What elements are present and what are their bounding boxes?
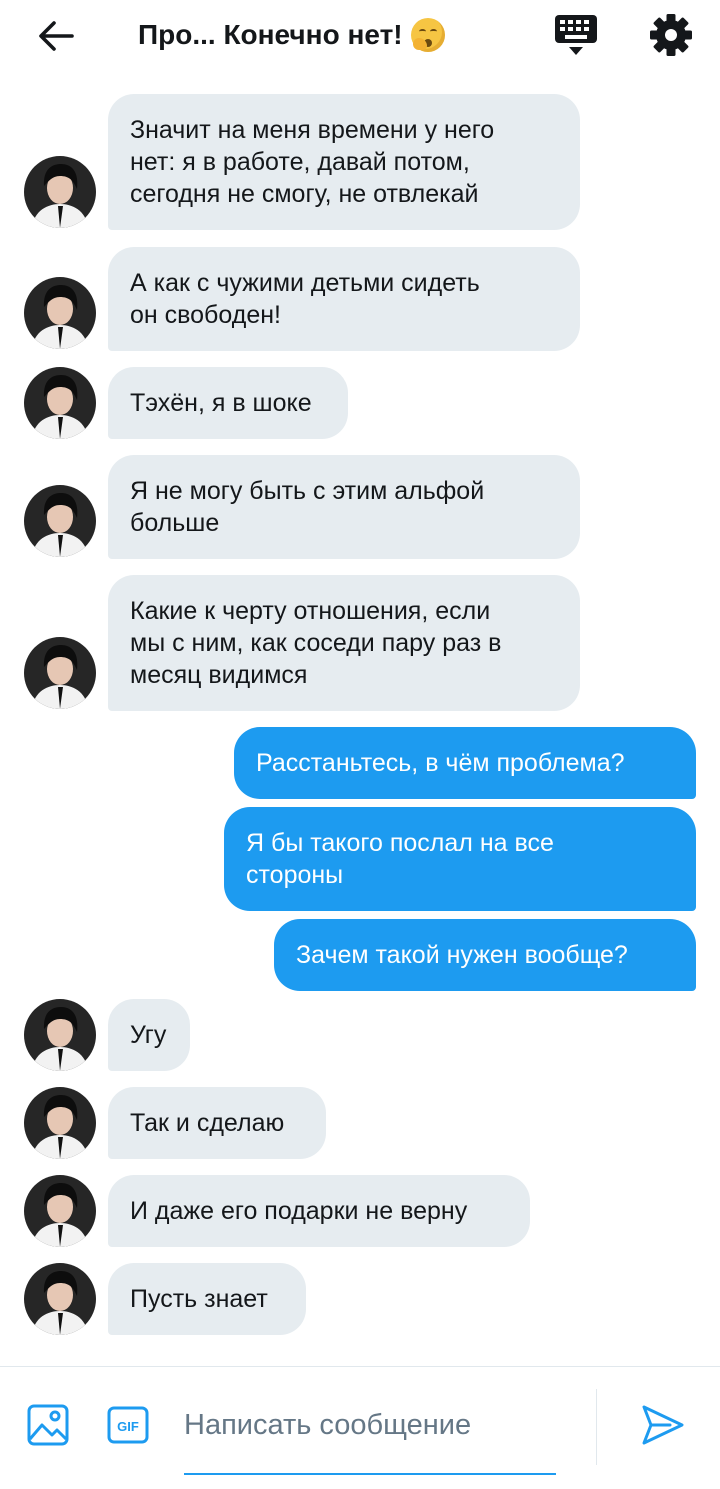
message-row-incoming: Значит на меня времени у него нет: я в р… bbox=[0, 94, 720, 230]
gif-icon: GIF bbox=[107, 1406, 149, 1444]
message-text: сегодня не смогу, не отвлекай bbox=[130, 180, 479, 208]
message-bubble[interactable]: Пусть знает bbox=[108, 1263, 306, 1335]
avatar[interactable] bbox=[24, 1175, 96, 1247]
conversation-title: Про... Конечно нет! bbox=[138, 12, 488, 58]
avatar[interactable] bbox=[24, 367, 96, 439]
message-bubble[interactable]: Какие к черту отношения, если мы с ним, … bbox=[108, 575, 580, 711]
avatar-image bbox=[24, 637, 96, 709]
image-icon bbox=[27, 1404, 69, 1446]
conversation-title-text: Про... Конечно нет! bbox=[138, 19, 403, 50]
message-row-incoming: Я не могу быть с этим альфой больше bbox=[0, 455, 720, 559]
conversation-header: Про... Конечно нет! bbox=[0, 0, 720, 70]
message-text: Я бы такого послал на все bbox=[246, 829, 554, 857]
message-text: Тэхён, я в шоке bbox=[130, 389, 312, 417]
gear-icon bbox=[650, 14, 692, 56]
message-text: Значит на меня времени у него bbox=[130, 116, 495, 144]
message-text: Так и сделаю bbox=[130, 1109, 285, 1137]
message-bubble[interactable]: Я не могу быть с этим альфой больше bbox=[108, 455, 580, 559]
message-text: нет: я в работе, давай потом, bbox=[130, 148, 470, 176]
avatar-image bbox=[24, 1087, 96, 1159]
back-arrow-icon bbox=[39, 21, 74, 51]
message-text: А как с чужими детьми сидеть bbox=[130, 269, 480, 297]
message-text: Угу bbox=[130, 1021, 167, 1049]
avatar[interactable] bbox=[24, 156, 96, 228]
message-text: Пусть знает bbox=[130, 1285, 268, 1313]
avatar[interactable] bbox=[24, 1087, 96, 1159]
gif-label: GIF bbox=[117, 1419, 139, 1434]
message-text: Расстаньтесь, в чём проблема? bbox=[256, 749, 625, 777]
settings-button[interactable] bbox=[648, 12, 694, 58]
back-button[interactable] bbox=[34, 14, 78, 58]
send-button[interactable] bbox=[640, 1403, 686, 1447]
avatar[interactable] bbox=[24, 277, 96, 349]
avatar[interactable] bbox=[24, 999, 96, 1071]
message-row-incoming: Так и сделаю bbox=[0, 1087, 720, 1159]
add-image-button[interactable] bbox=[26, 1403, 70, 1447]
message-text: Какие к черту отношения, если bbox=[130, 597, 491, 625]
message-text: больше bbox=[130, 509, 220, 537]
message-bubble[interactable]: Значит на меня времени у него нет: я в р… bbox=[108, 94, 580, 230]
message-text: он свободен! bbox=[130, 301, 281, 329]
message-text: месяц видимся bbox=[130, 661, 308, 689]
avatar-image bbox=[24, 485, 96, 557]
message-bubble[interactable]: И даже его подарки не верну bbox=[108, 1175, 530, 1247]
message-text: стороны bbox=[246, 861, 344, 889]
message-row-outgoing: Зачем такой нужен вообще? bbox=[0, 919, 720, 991]
avatar-image bbox=[24, 999, 96, 1071]
avatar-image bbox=[24, 367, 96, 439]
message-text: И даже его подарки не верну bbox=[130, 1197, 468, 1225]
message-row-incoming: Угу bbox=[0, 999, 720, 1071]
message-row-incoming: Какие к черту отношения, если мы с ним, … bbox=[0, 575, 720, 711]
avatar[interactable] bbox=[24, 1263, 96, 1335]
message-bubble[interactable]: Тэхён, я в шоке bbox=[108, 367, 348, 439]
message-row-incoming: Пусть знает bbox=[0, 1263, 720, 1335]
avatar[interactable] bbox=[24, 485, 96, 557]
keyboard-icon bbox=[555, 15, 597, 55]
message-row-incoming: И даже его подарки не верну bbox=[0, 1175, 720, 1247]
avatar-image bbox=[24, 277, 96, 349]
message-input[interactable] bbox=[184, 1403, 556, 1447]
add-gif-button[interactable]: GIF bbox=[106, 1405, 150, 1445]
message-row-incoming: А как с чужими детьми сидеть он свободен… bbox=[0, 247, 720, 351]
input-underline bbox=[184, 1473, 556, 1475]
avatar-image bbox=[24, 156, 96, 228]
keyboard-button[interactable] bbox=[552, 12, 600, 58]
message-composer: GIF bbox=[0, 1366, 720, 1489]
avatar-image bbox=[24, 1175, 96, 1247]
message-bubble[interactable]: А как с чужими детьми сидеть он свободен… bbox=[108, 247, 580, 351]
message-row-incoming: Тэхён, я в шоке bbox=[0, 367, 720, 439]
message-bubble[interactable]: Зачем такой нужен вообще? bbox=[274, 919, 696, 991]
message-text: Зачем такой нужен вообще? bbox=[296, 941, 628, 969]
message-text: мы с ним, как соседи пару раз в bbox=[130, 629, 502, 657]
message-bubble[interactable]: Расстаньтесь, в чём проблема? bbox=[234, 727, 696, 799]
composer-divider bbox=[596, 1389, 597, 1465]
send-icon bbox=[642, 1405, 684, 1445]
yawning-face-emoji-icon bbox=[410, 18, 445, 52]
message-text: Я не могу быть с этим альфой bbox=[130, 477, 485, 505]
avatar-image bbox=[24, 1263, 96, 1335]
message-row-outgoing: Расстаньтесь, в чём проблема? bbox=[0, 727, 720, 799]
message-bubble[interactable]: Я бы такого послал на все стороны bbox=[224, 807, 696, 911]
message-row-outgoing: Я бы такого послал на все стороны bbox=[0, 807, 720, 911]
message-bubble[interactable]: Так и сделаю bbox=[108, 1087, 326, 1159]
message-bubble[interactable]: Угу bbox=[108, 999, 190, 1071]
avatar[interactable] bbox=[24, 637, 96, 709]
